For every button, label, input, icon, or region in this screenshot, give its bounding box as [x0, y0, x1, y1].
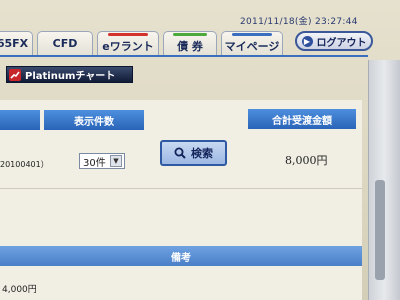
tab-bonds[interactable]: 債 券 — [163, 31, 217, 55]
total-amount-label: 合計受渡金額 — [272, 115, 332, 127]
chart-icon — [9, 68, 21, 81]
datetime-display: 2011/11/18(金) 23:27:44 — [240, 17, 358, 27]
date-range-text: 20100401） — [0, 160, 49, 169]
vertical-scrollbar[interactable] — [368, 60, 400, 300]
search-label: 検索 — [191, 147, 213, 160]
tab-ewarrant-label: eワラント — [102, 40, 154, 53]
logout-label: ログアウト — [316, 37, 367, 49]
row-divider — [0, 188, 362, 189]
total-amount-value: 8,000円 — [285, 154, 328, 167]
content-panel — [0, 100, 362, 300]
header-bar-left — [0, 110, 40, 130]
nav-divider — [0, 55, 368, 57]
nav-tabs: 65FX CFD eワラント 債 券 マイページ — [0, 31, 292, 55]
platinum-chart-label: Platinumチャート — [25, 71, 116, 82]
column-header-display-count: 表示件数 — [44, 110, 144, 130]
tab-65fx-inner: 65FX — [0, 37, 28, 50]
tab-cfd-label: CFD — [52, 37, 78, 50]
tab-ewarrant[interactable]: eワラント — [97, 31, 159, 55]
arrow-right-icon: ▶ — [301, 35, 313, 47]
display-count-label: 表示件数 — [74, 116, 114, 128]
app-screen: 2011/11/18(金) 23:27:44 65FX CFD eワラント 債 … — [0, 0, 400, 300]
tab-bonds-label: 債 券 — [177, 40, 203, 53]
tab-65fx-label: 65FX — [0, 37, 29, 50]
remarks-label: 備考 — [171, 252, 191, 264]
search-button[interactable]: 検索 — [160, 140, 227, 166]
tab-ewarrant-accent — [108, 33, 148, 36]
count-select-value: 30件 — [83, 157, 106, 169]
tab-ewarrant-inner: eワラント — [102, 33, 154, 54]
tab-bonds-accent — [173, 33, 207, 36]
tab-mypage-accent — [232, 33, 272, 36]
chevron-down-icon: ▼ — [110, 155, 122, 167]
tab-65fx[interactable]: 65FX — [0, 31, 33, 55]
column-header-total-amount: 合計受渡金額 — [248, 109, 356, 129]
tab-mypage[interactable]: マイページ — [221, 31, 283, 55]
scrollbar-thumb[interactable] — [375, 180, 385, 280]
tab-cfd-inner: CFD — [53, 37, 78, 50]
chart-icon-svg — [10, 71, 20, 79]
column-header-remarks: 備考 — [0, 246, 362, 266]
count-select[interactable]: 30件 ▼ — [79, 153, 125, 169]
tab-bonds-inner: 債 券 — [173, 33, 207, 54]
search-icon — [174, 147, 186, 159]
tab-cfd[interactable]: CFD — [37, 31, 93, 55]
platinum-chart-button[interactable]: Platinumチャート — [6, 66, 133, 83]
tab-mypage-inner: マイページ — [224, 33, 280, 54]
tab-mypage-label: マイページ — [224, 40, 280, 53]
row-amount-value: 4,000円 — [2, 285, 37, 295]
logout-button[interactable]: ▶ ログアウト — [295, 31, 373, 51]
